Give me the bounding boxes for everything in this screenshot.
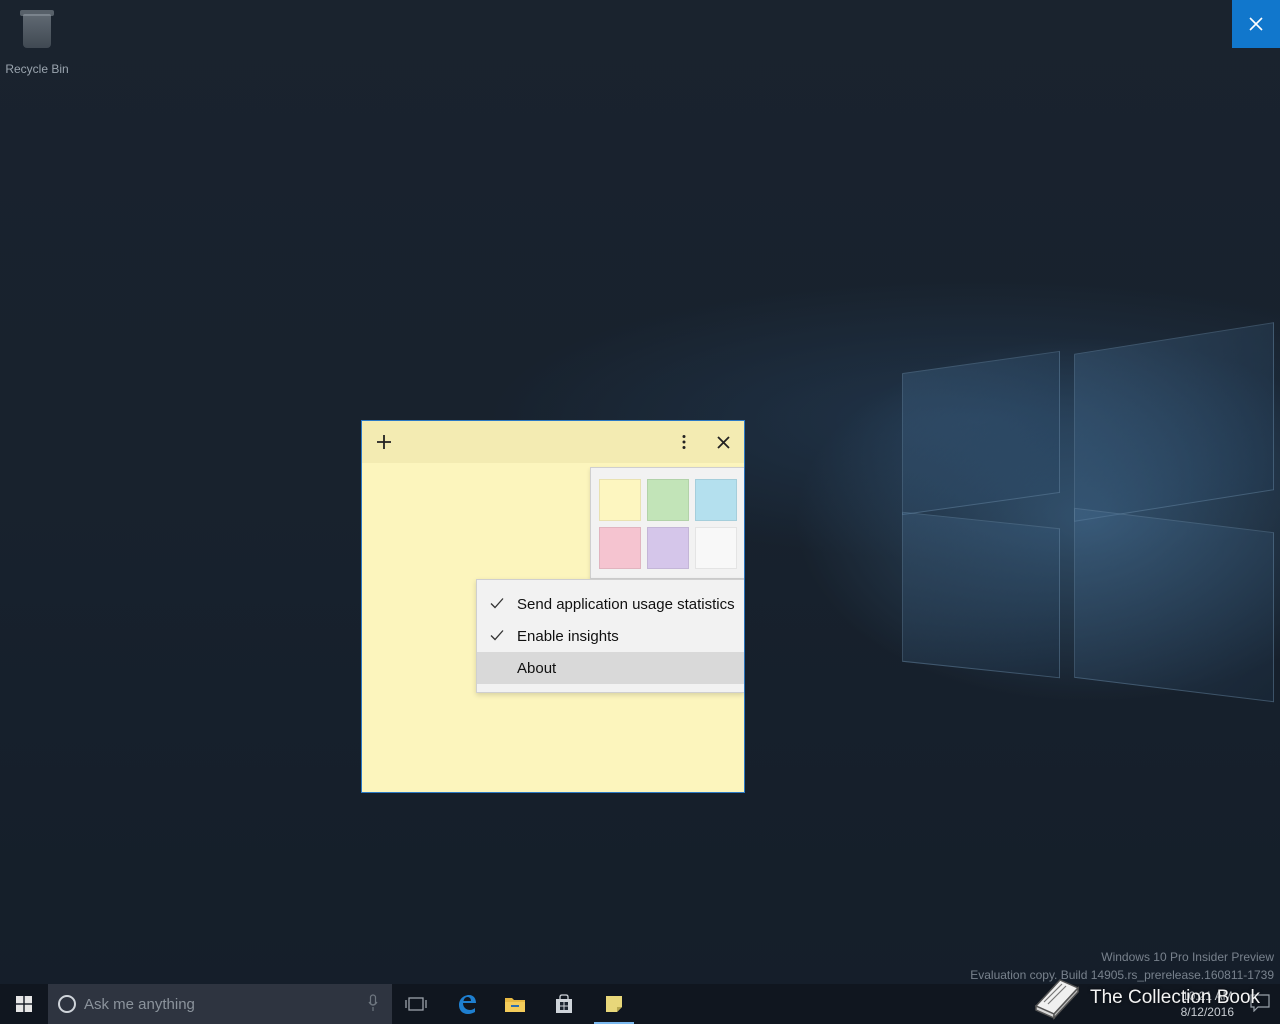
- sticky-notes-taskbar-button[interactable]: [590, 984, 638, 1024]
- edge-icon: [459, 995, 476, 1014]
- start-button[interactable]: [0, 984, 48, 1024]
- store-icon: [556, 994, 572, 1013]
- windows-watermark-line1: Windows 10 Pro Insider Preview: [1101, 950, 1274, 964]
- file-explorer-taskbar-button[interactable]: [491, 984, 539, 1024]
- edge-taskbar-button[interactable]: [443, 984, 491, 1024]
- menu-item-send-usage-statistics[interactable]: Send application usage statistics: [477, 588, 744, 620]
- cortana-icon: [58, 995, 76, 1013]
- settings-menu: Send application usage statistics Enable…: [476, 579, 744, 693]
- plus-icon: [377, 435, 391, 449]
- menu-item-label: Enable insights: [517, 627, 619, 645]
- menu-item-label: Send application usage statistics: [517, 595, 735, 613]
- color-swatch-yellow[interactable]: [599, 479, 641, 521]
- brand-text: The Collection Book: [1090, 987, 1261, 1008]
- color-swatch-pink[interactable]: [599, 527, 641, 569]
- task-view-icon: [405, 997, 427, 1011]
- menu-button[interactable]: [664, 421, 704, 463]
- microphone-icon[interactable]: [368, 994, 378, 1012]
- sticky-notes-icon: [606, 996, 622, 1012]
- windows-logo-icon: [16, 996, 32, 1012]
- sticky-note-header[interactable]: [362, 421, 744, 463]
- overlay-close-button[interactable]: [1232, 0, 1280, 48]
- menu-item-enable-insights[interactable]: Enable insights: [477, 620, 744, 652]
- menu-item-about[interactable]: About: [477, 652, 744, 684]
- sticky-note-window[interactable]: Send application usage statistics Enable…: [361, 420, 745, 793]
- search-placeholder: Ask me anything: [84, 995, 195, 1013]
- collection-book-logo: The Collection Book: [1030, 976, 1260, 1020]
- recycle-bin[interactable]: Recycle Bin: [4, 6, 70, 76]
- checkmark-icon: [490, 598, 504, 609]
- recycle-bin-icon: [17, 6, 57, 50]
- book-icon: [1034, 979, 1080, 1020]
- color-swatch-green[interactable]: [647, 479, 689, 521]
- delete-note-button[interactable]: [703, 421, 743, 463]
- new-note-button[interactable]: [364, 421, 404, 463]
- close-icon: [716, 435, 730, 449]
- color-swatch-blue[interactable]: [695, 479, 737, 521]
- close-icon: [1249, 17, 1263, 31]
- recycle-bin-label: Recycle Bin: [5, 62, 69, 76]
- folder-icon: [505, 998, 525, 1012]
- more-vertical-icon: [682, 435, 686, 449]
- color-palette: [590, 467, 744, 579]
- color-swatch-purple[interactable]: [647, 527, 689, 569]
- cortana-search-box[interactable]: Ask me anything: [48, 984, 392, 1024]
- menu-item-label: About: [517, 659, 557, 677]
- checkmark-icon: [490, 630, 504, 641]
- color-swatch-white[interactable]: [695, 527, 737, 569]
- task-view-button[interactable]: [392, 984, 440, 1024]
- store-taskbar-button[interactable]: [540, 984, 588, 1024]
